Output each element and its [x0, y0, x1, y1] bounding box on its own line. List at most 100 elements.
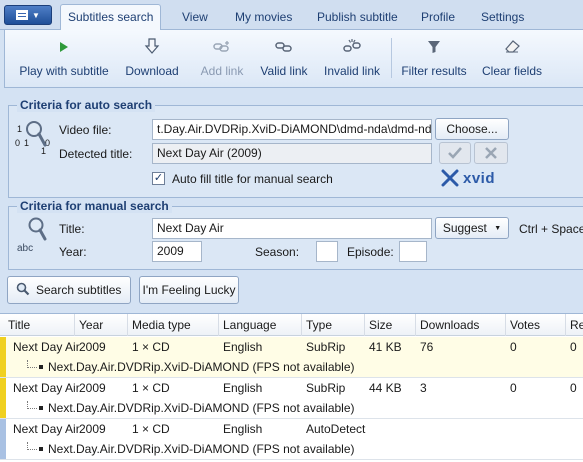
search-subtitles-button[interactable]: Search subtitles [7, 276, 131, 304]
add-link-button[interactable]: Add link [197, 36, 247, 82]
clear-fields-label: Clear fields [481, 64, 543, 78]
confirm-title-button[interactable] [439, 142, 471, 164]
icon-digit: 0 [15, 138, 21, 148]
release-line: Next.Day.Air.DVDRip.XviD-DiAMOND (FPS no… [27, 360, 355, 374]
choose-button[interactable]: Choose... [435, 118, 509, 140]
results-table: Title Year Media type Language Type Size… [0, 313, 583, 462]
play-with-subtitle-button[interactable]: Play with subtitle [17, 36, 111, 82]
year-label: Year: [59, 245, 87, 259]
table-header: Title Year Media type Language Type Size… [0, 314, 583, 336]
detected-title-label: Detected title: [59, 147, 133, 161]
release-name: Next.Day.Air.DVDRip.XviD-DiAMOND (FPS no… [48, 401, 355, 415]
search-icon [16, 282, 30, 296]
auto-search-icon: 1 0 1 0 1 [15, 120, 55, 156]
table-row[interactable]: Next Day Air 2009 1 × CD English SubRip … [0, 378, 583, 419]
ribbon-separator [391, 38, 392, 78]
column-downloads[interactable]: Downloads [416, 314, 506, 336]
ribbon-toolbar: Play with subtitle Download Add link Val… [4, 30, 583, 88]
reject-title-button[interactable] [474, 142, 508, 164]
table-row[interactable]: Next Day Air 2009 1 × CD English AutoDet… [0, 419, 583, 460]
season-label: Season: [255, 245, 300, 259]
feeling-lucky-button[interactable]: I'm Feeling Lucky [139, 276, 239, 304]
chevron-down-icon: ▼ [494, 225, 502, 232]
cell-year: 2009 [79, 340, 106, 354]
episode-input[interactable] [399, 241, 427, 262]
chevron-down-icon: ▼ [32, 10, 40, 20]
suggest-shortcut: Ctrl + Space [519, 222, 583, 236]
filter-results-label: Filter results [401, 64, 467, 78]
cell-year: 2009 [79, 422, 106, 436]
auto-search-group: Criteria for auto search 1 0 1 0 1 Video… [8, 98, 583, 198]
icon-digit: 1 [17, 124, 23, 134]
add-link-icon [213, 41, 229, 52]
download-label: Download [125, 64, 179, 78]
title-label: Title: [59, 222, 85, 236]
invalid-link-icon [343, 39, 361, 52]
xvid-logo: xvid [441, 168, 495, 188]
year-input[interactable]: 2009 [152, 241, 202, 262]
video-file-field[interactable]: t.Day.Air.DVDRip.XviD-DiAMOND\dmd-nda\dm… [152, 119, 432, 140]
cell-title: Next Day Air [13, 381, 80, 395]
magnifier-icon [26, 121, 47, 147]
cell-downloads: 76 [420, 340, 434, 354]
column-votes[interactable]: Votes [506, 314, 566, 336]
episode-label: Episode: [347, 245, 394, 259]
suggest-button[interactable]: Suggest ▼ [435, 217, 509, 239]
manual-search-icon: abc [15, 217, 55, 261]
play-icon [60, 42, 68, 52]
season-input[interactable] [316, 241, 338, 262]
cell-votes: 0 [510, 340, 517, 354]
cell-media: 1 × CD [132, 340, 170, 354]
tab-subtitles-search[interactable]: Subtitles search [60, 4, 162, 31]
release-name: Next.Day.Air.DVDRip.XviD-DiAMOND (FPS no… [48, 442, 355, 456]
invalid-link-button[interactable]: Invalid link [321, 36, 383, 82]
checkmark-icon [448, 147, 462, 159]
application-menu-button[interactable]: ▼ [4, 5, 52, 25]
tab-settings[interactable]: Settings [481, 6, 524, 29]
cell-type: AutoDetect [306, 422, 366, 436]
download-button[interactable]: Download [121, 36, 183, 82]
column-rating[interactable]: Re [566, 314, 583, 336]
table-row[interactable]: Next Day Air 2009 1 × CD English SubRip … [0, 337, 583, 378]
tab-publish-subtitle[interactable]: Publish subtitle [317, 6, 398, 29]
valid-link-label: Valid link [260, 64, 308, 78]
column-type[interactable]: Type [302, 314, 365, 336]
eraser-icon [505, 40, 520, 53]
cell-type: SubRip [306, 340, 346, 354]
auto-search-title: Criteria for auto search [17, 98, 156, 112]
manual-search-title: Criteria for manual search [17, 199, 172, 213]
row-marker [0, 378, 6, 418]
xvid-icon [441, 169, 459, 187]
clear-fields-button[interactable]: Clear fields [479, 36, 545, 82]
cell-title: Next Day Air [13, 340, 80, 354]
cell-size: 41 KB [369, 340, 402, 354]
filter-results-button[interactable]: Filter results [399, 36, 469, 82]
cell-media: 1 × CD [132, 422, 170, 436]
tab-bar: ▼ Subtitles search View My movies Publis… [0, 0, 583, 31]
release-line: Next.Day.Air.DVDRip.XviD-DiAMOND (FPS no… [27, 401, 355, 415]
suggest-label: Suggest [442, 221, 487, 235]
release-line: Next.Day.Air.DVDRip.XviD-DiAMOND (FPS no… [27, 442, 355, 456]
column-year[interactable]: Year [75, 314, 128, 336]
xvid-logo-text: xvid [463, 169, 496, 187]
row-marker [0, 419, 6, 459]
manual-search-group: Criteria for manual search abc Title: Ne… [8, 199, 583, 270]
row-marker [0, 337, 6, 377]
column-language[interactable]: Language [219, 314, 302, 336]
cell-year: 2009 [79, 381, 106, 395]
tab-profile[interactable]: Profile [421, 6, 455, 29]
auto-fill-checkbox[interactable]: ✓ [152, 172, 165, 185]
valid-link-button[interactable]: Valid link [255, 36, 313, 82]
filter-icon [428, 41, 440, 53]
abc-icon-text: abc [17, 243, 34, 254]
cell-rating: 0 [570, 381, 577, 395]
column-media-type[interactable]: Media type [128, 314, 219, 336]
tab-view[interactable]: View [182, 6, 208, 29]
cell-type: SubRip [306, 381, 346, 395]
tab-my-movies[interactable]: My movies [235, 6, 292, 29]
column-size[interactable]: Size [365, 314, 416, 336]
column-title[interactable]: Title [4, 314, 75, 336]
play-with-subtitle-label: Play with subtitle [19, 64, 109, 78]
cell-rating: 0 [570, 340, 577, 354]
title-input[interactable]: Next Day Air [152, 218, 432, 239]
